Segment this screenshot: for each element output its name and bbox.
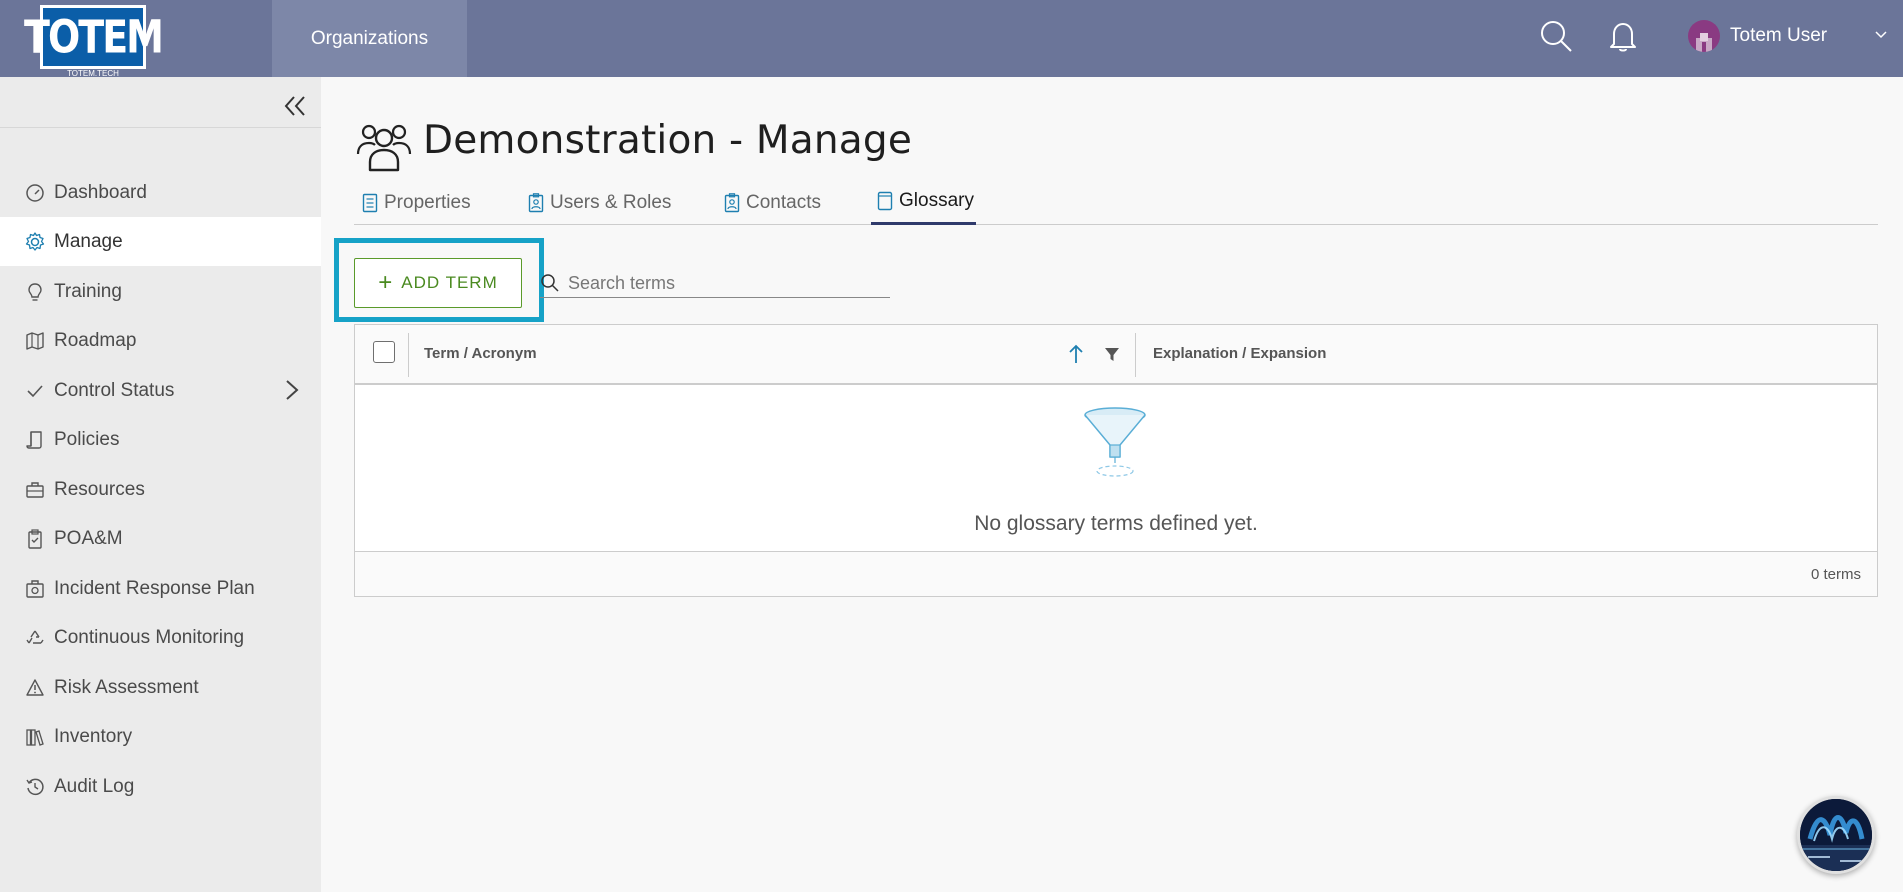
search-input[interactable] [568, 270, 878, 296]
briefcase-icon [24, 479, 46, 501]
column-separator [408, 333, 409, 377]
sidebar-item-label: Inventory [54, 725, 133, 747]
clipboard-check-icon [24, 528, 46, 550]
glossary-grid: Term / Acronym Explanation / Expansion N… [354, 324, 1878, 597]
chevron-right-icon[interactable] [282, 379, 302, 407]
chevron-down-icon[interactable] [1874, 28, 1888, 47]
users-group-icon [356, 120, 412, 177]
sidebar-item-label: Continuous Monitoring [54, 626, 245, 648]
sidebar-item-resources[interactable]: Resources [0, 465, 321, 514]
tab-bar: Properties Users & Roles Contacts Glossa… [354, 180, 1878, 225]
document-icon [362, 193, 378, 213]
add-term-button[interactable]: + ADD TERM [354, 258, 522, 308]
first-aid-kit-icon [24, 578, 46, 600]
empty-state: No glossary terms defined yet. [355, 387, 1877, 551]
sidebar-item-policies[interactable]: Policies [0, 415, 321, 464]
sidebar-item-label: Policies [54, 428, 120, 450]
assistant-chat-button[interactable] [1797, 796, 1875, 874]
search-icon [540, 273, 560, 298]
sidebar-item-dashboard[interactable]: Dashboard [0, 168, 321, 217]
tab-users-roles[interactable]: Users & Roles [528, 180, 671, 225]
sidebar-item-label: Training [54, 280, 122, 302]
gear-icon [24, 231, 46, 253]
sidebar-item-roadmap[interactable]: Roadmap [0, 316, 321, 365]
collapse-sidebar-icon[interactable] [280, 91, 310, 121]
grid-header: Term / Acronym Explanation / Expansion [355, 325, 1877, 385]
tab-label: Glossary [899, 190, 974, 211]
gauge-icon [24, 182, 46, 204]
bell-icon[interactable] [1605, 18, 1641, 54]
user-name: Totem User [1730, 25, 1828, 46]
tab-glossary[interactable]: Glossary [871, 180, 976, 225]
tab-label: Contacts [746, 191, 821, 213]
column-separator [1135, 333, 1136, 377]
logo-text: TOTEM [24, 10, 164, 64]
scroll-icon [24, 429, 46, 451]
sidebar-item-control-status[interactable]: Control Status [0, 366, 321, 415]
recycle-icon [24, 627, 46, 649]
sidebar-item-label: Dashboard [54, 181, 147, 203]
nav-organizations[interactable]: Organizations [272, 0, 467, 77]
sidebar-item-risk-assessment[interactable]: Risk Assessment [0, 663, 321, 712]
map-icon [24, 330, 46, 352]
funnel-illustration-icon [1083, 405, 1147, 484]
add-term-label: ADD TERM [401, 273, 498, 292]
tab-label: Properties [384, 191, 471, 213]
sidebar-item-poam[interactable]: POA&M [0, 514, 321, 563]
sort-ascending-icon[interactable] [1067, 343, 1085, 370]
sidebar-item-audit-log[interactable]: Audit Log [0, 762, 321, 811]
sidebar-item-label: Control Status [54, 379, 175, 401]
sidebar-item-label: Incident Response Plan [54, 577, 255, 599]
tab-contacts[interactable]: Contacts [724, 180, 821, 225]
sidebar-item-label: Audit Log [54, 775, 135, 797]
sidebar-item-incident-response-plan[interactable]: Incident Response Plan [0, 564, 321, 613]
check-icon [24, 380, 46, 402]
sidebar: Dashboard Manage Training Roadmap Contro… [0, 77, 321, 892]
badge-icon [528, 192, 544, 213]
column-explanation[interactable]: Explanation / Expansion [1153, 345, 1326, 362]
sidebar-item-label: Roadmap [54, 329, 137, 351]
page-title: Demonstration - Manage [423, 118, 913, 163]
user-menu[interactable]: Totem User [1688, 18, 1827, 54]
warning-icon [24, 677, 46, 699]
grid-footer: 0 terms [355, 551, 1877, 596]
search-icon[interactable] [1538, 18, 1574, 54]
avatar [1688, 20, 1720, 52]
sidebar-item-inventory[interactable]: Inventory [0, 712, 321, 761]
term-count: 0 terms [1810, 566, 1861, 583]
logo-box: TOTEM [24, 5, 164, 69]
empty-message: No glossary terms defined yet. [974, 512, 1258, 535]
sidebar-divider [0, 127, 321, 128]
book-icon [877, 191, 893, 211]
plus-icon: + [378, 269, 394, 296]
sidebar-item-label: POA&M [54, 527, 123, 549]
search-field [540, 268, 890, 298]
sidebar-item-manage[interactable]: Manage [0, 217, 321, 266]
tab-label: Users & Roles [550, 191, 672, 213]
sidebar-item-label: Manage [54, 230, 123, 252]
column-term[interactable]: Term / Acronym [424, 345, 537, 362]
history-icon [24, 776, 46, 798]
lightbulb-icon [24, 281, 46, 303]
sidebar-item-label: Risk Assessment [54, 676, 199, 698]
sidebar-item-training[interactable]: Training [0, 267, 321, 316]
select-all-checkbox[interactable] [373, 341, 395, 363]
tab-properties[interactable]: Properties [362, 180, 471, 225]
sidebar-item-continuous-monitoring[interactable]: Continuous Monitoring [0, 613, 321, 662]
aurora-avatar-icon [1800, 799, 1872, 871]
filter-icon[interactable] [1103, 345, 1121, 368]
contact-badge-icon [724, 192, 740, 213]
totem-logo[interactable]: TOTEM TOTEM.TECH [24, 5, 164, 78]
books-icon [24, 726, 46, 748]
sidebar-item-label: Resources [54, 478, 145, 500]
top-header: TOTEM TOTEM.TECH Organizations Totem Use… [0, 0, 1903, 78]
